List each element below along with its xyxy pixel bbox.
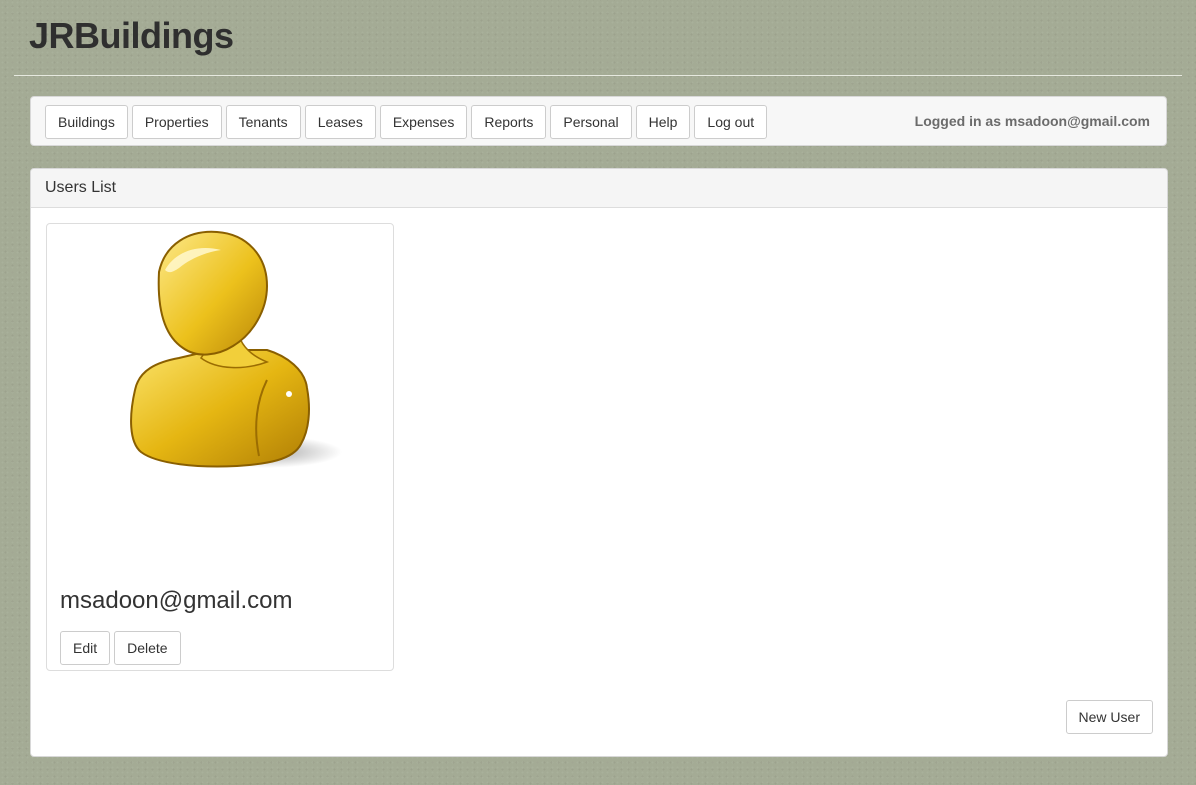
user-avatar-icon: [130, 230, 342, 468]
edit-user-button[interactable]: Edit: [60, 631, 111, 665]
nav-buildings-button[interactable]: Buildings: [45, 105, 128, 139]
title-divider: [14, 75, 1182, 76]
nav-reports-button[interactable]: Reports: [471, 105, 547, 139]
nav-logout-button[interactable]: Log out: [694, 105, 768, 139]
nav-leases-button[interactable]: Leases: [304, 105, 376, 139]
user-card: msadoon@gmail.com Edit Delete: [46, 223, 394, 671]
delete-user-button[interactable]: Delete: [114, 631, 181, 665]
app-title: JRBuildings: [29, 15, 234, 56]
nav-help-button[interactable]: Help: [635, 105, 691, 139]
nav-expenses-button[interactable]: Expenses: [379, 105, 468, 139]
nav-personal-button[interactable]: Personal: [550, 105, 632, 139]
users-list-panel: Users List msadoon@gmail.com Edit Delete…: [30, 168, 1168, 757]
main-navbar: Buildings Properties Tenants Leases Expe…: [30, 96, 1167, 146]
user-card-actions: Edit Delete: [60, 631, 181, 665]
panel-heading: Users List: [31, 169, 1167, 208]
nav-button-group: Buildings Properties Tenants Leases Expe…: [45, 105, 768, 139]
user-email: msadoon@gmail.com: [60, 587, 293, 614]
logged-in-status: Logged in as msadoon@gmail.com: [914, 113, 1150, 129]
nav-properties-button[interactable]: Properties: [131, 105, 222, 139]
nav-tenants-button[interactable]: Tenants: [225, 105, 301, 139]
new-user-button[interactable]: New User: [1065, 700, 1153, 734]
